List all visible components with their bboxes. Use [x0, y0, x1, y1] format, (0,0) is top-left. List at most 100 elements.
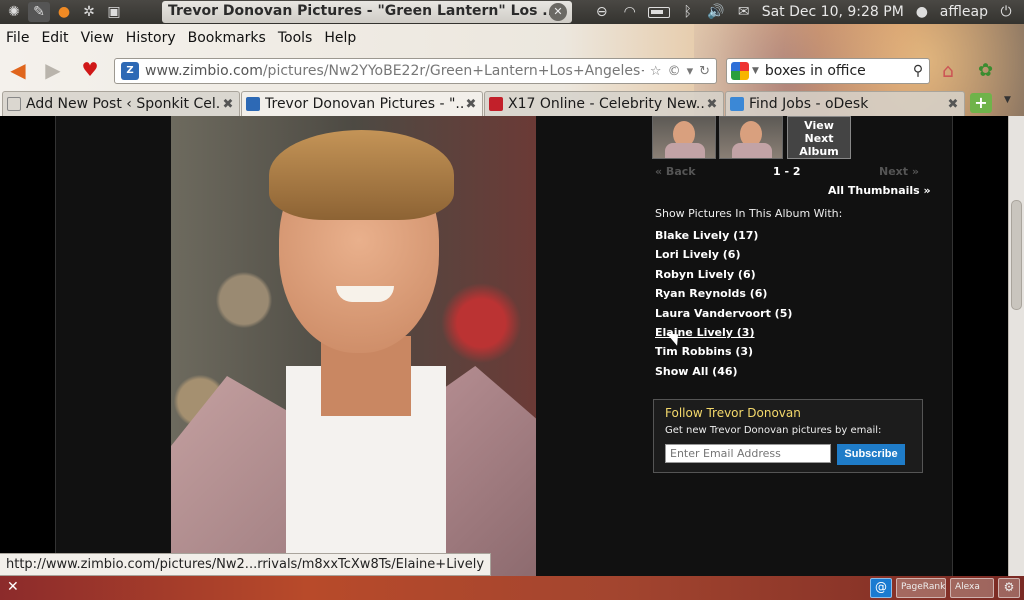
- addon-status-bar: ✕ @ PageRank Alexa ⚙: [0, 576, 1024, 600]
- person-link-laura-vandervoort[interactable]: Laura Vandervoort (5): [655, 307, 792, 326]
- tab-trevor-donovan[interactable]: Trevor Donovan Pictures - "... ✖: [241, 91, 483, 116]
- wifi-icon[interactable]: ◠: [620, 4, 640, 20]
- web-content: View Next Album « Back 1 - 2 Next » All …: [0, 116, 1008, 576]
- firefox-launcher-icon[interactable]: ●: [53, 2, 75, 22]
- person-link-tim-robbins[interactable]: Tim Robbins (3): [655, 345, 792, 364]
- power-status-icon[interactable]: ⊖: [592, 4, 612, 20]
- url-domain: www.zimbio.com: [145, 63, 263, 79]
- all-thumbnails-link[interactable]: All Thumbnails »: [828, 184, 931, 197]
- menu-view[interactable]: View: [75, 30, 120, 46]
- battery-icon[interactable]: [647, 6, 670, 18]
- url-text[interactable]: www.zimbio.com/pictures/Nw2YYoBE22r/Gree…: [145, 63, 644, 79]
- menu-history[interactable]: History: [120, 30, 182, 46]
- close-addon-bar-icon[interactable]: ✕: [7, 579, 19, 595]
- pagerank-widget[interactable]: PageRank: [896, 578, 946, 598]
- menu-file[interactable]: File: [0, 30, 35, 46]
- back-arrow-icon[interactable]: ◀: [5, 59, 31, 81]
- heart-bookmark-icon[interactable]: ♥: [77, 59, 103, 81]
- user-name[interactable]: affleap: [940, 4, 988, 20]
- tab-close-icon[interactable]: ✖: [464, 97, 478, 112]
- copyright-addon-icon[interactable]: ©: [668, 64, 681, 79]
- photo-smile: [336, 286, 394, 302]
- photo-hair: [269, 130, 454, 220]
- alexa-widget[interactable]: Alexa: [950, 578, 994, 598]
- follow-description: Get new Trevor Donovan pictures by email…: [665, 425, 882, 436]
- window-title: Trevor Donovan Pictures - "Green Lantern…: [162, 1, 572, 23]
- ubuntu-menu-icon[interactable]: ✺: [3, 2, 25, 22]
- album-thumbnail[interactable]: [652, 116, 716, 159]
- album-thumbnail[interactable]: [719, 116, 783, 159]
- menu-bookmarks[interactable]: Bookmarks: [182, 30, 272, 46]
- person-link-ryan-reynolds[interactable]: Ryan Reynolds (6): [655, 287, 792, 306]
- tab-label: Find Jobs - oDesk: [749, 96, 869, 112]
- tab-label: Trevor Donovan Pictures - "...: [265, 96, 464, 112]
- person-link-robyn-lively[interactable]: Robyn Lively (6): [655, 268, 792, 287]
- clock[interactable]: Sat Dec 10, 9:28 PM: [762, 4, 904, 20]
- tab-close-icon[interactable]: ✖: [946, 97, 960, 112]
- menu-bar: File Edit View History Bookmarks Tools H…: [0, 26, 362, 50]
- status-url-tooltip: http://www.zimbio.com/pictures/Nw2...rri…: [0, 553, 492, 576]
- star-icon[interactable]: ☆: [650, 64, 662, 79]
- volume-icon[interactable]: 🔊: [706, 4, 726, 20]
- menu-help[interactable]: Help: [318, 30, 362, 46]
- browser-chrome: File Edit View History Bookmarks Tools H…: [0, 24, 1024, 116]
- addon-icon[interactable]: ✿: [978, 60, 993, 81]
- tab-close-icon[interactable]: ✖: [221, 97, 235, 112]
- reload-icon[interactable]: ↻: [699, 64, 710, 79]
- person-link-blake-lively[interactable]: Blake Lively (17): [655, 229, 792, 248]
- settings-launcher-icon[interactable]: ✲: [78, 2, 100, 22]
- bluetooth-icon[interactable]: ᛒ: [678, 4, 698, 20]
- pager-count: 1 - 2: [773, 165, 801, 178]
- page-scrollbar[interactable]: [1008, 116, 1024, 576]
- menu-edit[interactable]: Edit: [35, 30, 74, 46]
- url-bar[interactable]: Z www.zimbio.com/pictures/Nw2YYoBE22r/Gr…: [114, 58, 717, 84]
- user-status-icon: ●: [915, 4, 928, 20]
- tab-close-icon[interactable]: ✖: [705, 97, 719, 112]
- engine-dropdown-icon[interactable]: ▼: [752, 66, 759, 76]
- x17-favicon-icon: [489, 97, 503, 111]
- navigation-bar: ◀ ▶ ♥ Z www.zimbio.com/pictures/Nw2YYoBE…: [0, 54, 1024, 86]
- url-path: /pictures/Nw2YYoBE22r/Green+Lantern+Los+…: [262, 63, 644, 79]
- page-favicon-icon: [7, 97, 21, 111]
- pager-next-link[interactable]: Next »: [879, 165, 919, 178]
- tab-x17-online[interactable]: X17 Online - Celebrity New... ✖: [484, 91, 724, 116]
- follow-box: Follow Trevor Donovan Get new Trevor Don…: [653, 399, 923, 473]
- album-sidebar: View Next Album « Back 1 - 2 Next » All …: [652, 116, 954, 576]
- zimbio-favicon-icon: [246, 97, 260, 111]
- show-all-link[interactable]: Show All (46): [655, 365, 792, 384]
- tab-list-icon[interactable]: ▼: [1004, 95, 1011, 105]
- email-field[interactable]: [665, 444, 831, 463]
- tab-bar: Add New Post ‹ Sponkit Cel... ✖ Trevor D…: [0, 90, 1024, 116]
- save-launcher-icon[interactable]: ▣: [103, 2, 125, 22]
- text-editor-launcher-icon[interactable]: ✎: [28, 2, 50, 22]
- mail-icon[interactable]: ✉: [734, 4, 754, 20]
- site-favicon-icon: Z: [121, 62, 139, 80]
- scrollbar-thumb[interactable]: [1011, 200, 1022, 310]
- os-top-panel: ✺ ✎ ● ✲ ▣ Trevor Donovan Pictures - "Gre…: [0, 0, 1024, 24]
- tab-label: X17 Online - Celebrity New...: [508, 96, 705, 112]
- system-tray: ⊖ ◠ ᛒ 🔊 ✉ Sat Dec 10, 9:28 PM ● affleap …: [592, 0, 1024, 24]
- power-icon[interactable]: ⏻: [996, 4, 1016, 20]
- tab-odesk[interactable]: Find Jobs - oDesk ✖: [725, 91, 965, 116]
- new-tab-button[interactable]: +: [970, 93, 992, 113]
- show-pictures-heading: Show Pictures In This Album With:: [655, 207, 843, 220]
- forward-arrow-icon[interactable]: ▶: [40, 59, 66, 81]
- search-icon[interactable]: ⚲: [907, 63, 929, 79]
- odesk-favicon-icon: [730, 97, 744, 111]
- tab-add-new-post[interactable]: Add New Post ‹ Sponkit Cel... ✖: [2, 91, 240, 116]
- pager-back-link[interactable]: « Back: [655, 165, 696, 178]
- menu-tools[interactable]: Tools: [272, 30, 319, 46]
- window-close-icon[interactable]: ✕: [549, 3, 567, 21]
- home-icon[interactable]: ⌂: [942, 60, 954, 82]
- google-engine-icon[interactable]: [731, 62, 749, 80]
- at-addon-icon[interactable]: @: [870, 578, 892, 598]
- addon-settings-icon[interactable]: ⚙: [998, 578, 1020, 598]
- person-link-lori-lively[interactable]: Lori Lively (6): [655, 248, 792, 267]
- main-photo[interactable]: [171, 116, 536, 576]
- search-bar[interactable]: ▼ boxes in office ⚲: [726, 58, 930, 84]
- search-input[interactable]: boxes in office: [765, 63, 907, 79]
- tab-label: Add New Post ‹ Sponkit Cel...: [26, 96, 221, 112]
- subscribe-button[interactable]: Subscribe: [837, 444, 905, 465]
- dropdown-arrow-icon[interactable]: ▾: [687, 64, 694, 79]
- view-next-album-button[interactable]: View Next Album: [787, 116, 851, 159]
